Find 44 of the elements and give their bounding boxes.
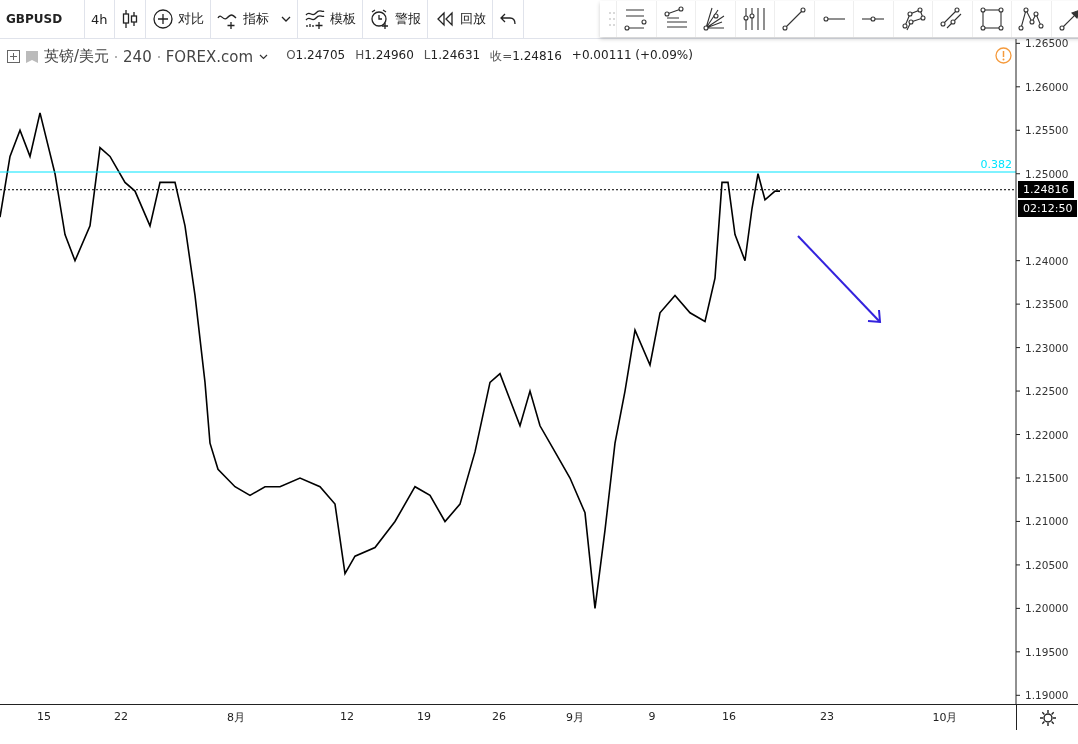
x-axis-label: 23 (820, 710, 834, 723)
x-axis-label: 22 (114, 710, 128, 723)
price-axis-label: 1.22000 (1025, 428, 1069, 441)
price-axis-label: 1.21500 (1025, 472, 1069, 484)
price-axis-label: 1.19000 (1025, 689, 1069, 702)
x-axis-label: 26 (492, 710, 506, 723)
level-label: 0.382 (980, 158, 1012, 171)
ohlc-value: 收=1.24816 (490, 48, 562, 65)
price-axis-label: 1.19500 (1025, 645, 1069, 658)
toolbar-button[interactable]: 回放 (427, 0, 493, 38)
x-axis-label: 9 (648, 710, 656, 723)
x-axis-label: 8月 (227, 710, 245, 725)
interval-button[interactable]: 4h (85, 0, 115, 38)
price-axis-label: 1.20000 (1025, 602, 1069, 615)
ohlc-value: L1.24631 (423, 48, 481, 64)
price-axis-label: 1.24000 (1025, 254, 1069, 267)
x-axis-label: 12 (340, 710, 354, 723)
price-axis-label: 1.23000 (1025, 341, 1069, 354)
price-axis-label: 1.26500 (1025, 39, 1069, 50)
price-tag: 1.24816 (1018, 180, 1074, 198)
ohlc-value: O1.24705 (286, 48, 346, 64)
price-axis-label: 1.26000 (1025, 80, 1069, 93)
x-axis-label: 10月 (932, 710, 958, 725)
countdown-tag: 02:12:50 (1018, 199, 1078, 217)
x-axis-label: 19 (417, 710, 431, 723)
price-axis-label: 1.25000 (1025, 167, 1069, 180)
ohlc-value: H1.24960 (355, 48, 414, 64)
x-axis-label: 16 (722, 710, 736, 723)
price-axis-label: 1.22500 (1025, 385, 1069, 398)
x-axis-label: 15 (37, 710, 51, 723)
toolbar-button[interactable]: 对比 (145, 0, 211, 38)
price-axis-label: 1.21000 (1025, 515, 1069, 528)
legend-interval: 240 (123, 47, 152, 66)
price-axis-label: 1.23500 (1025, 298, 1069, 311)
toolbar-button[interactable]: 模板 (297, 0, 363, 38)
price-axis-label: 1.20500 (1025, 558, 1069, 571)
price-axis-label: 1.25500 (1025, 124, 1069, 137)
legend-exchange: FOREX.com (165, 47, 254, 66)
legend-symbol: 英镑/美元 (44, 47, 110, 66)
symbol-button[interactable]: GBPUSD (0, 0, 85, 38)
toolbar-button[interactable]: 指标 (210, 0, 298, 38)
price-change: +0.00111 (+0.09%) (571, 48, 693, 64)
x-axis-label: 9月 (566, 710, 584, 725)
toolbar-button[interactable]: 警报 (362, 0, 428, 38)
